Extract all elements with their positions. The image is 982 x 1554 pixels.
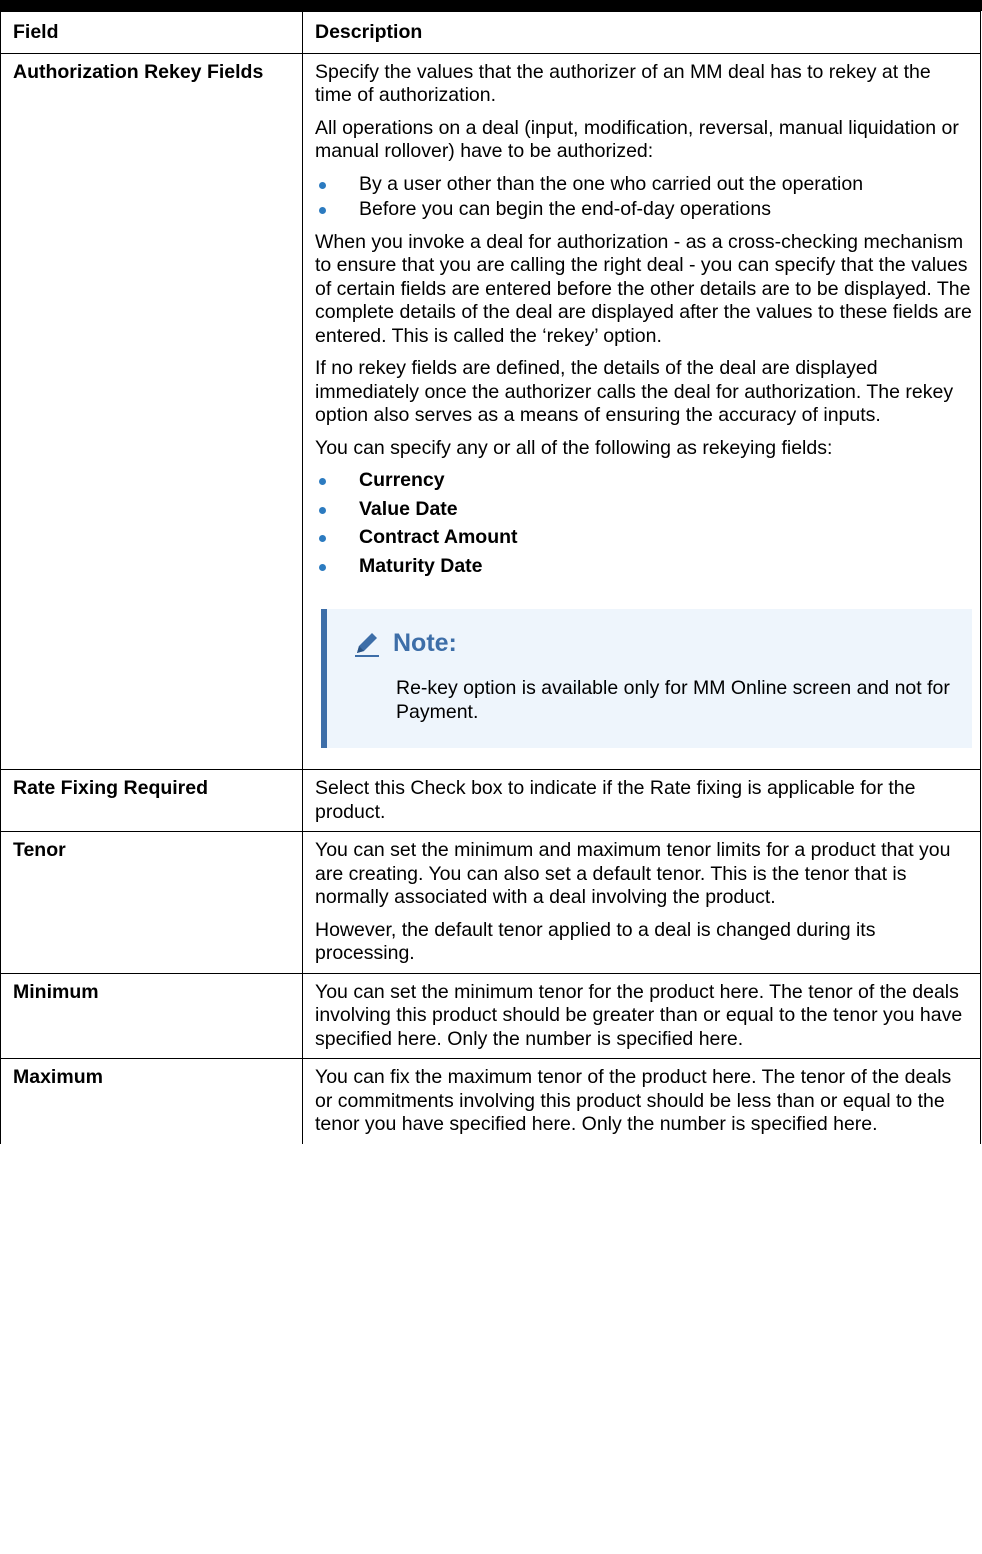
paragraph: However, the default tenor applied to a … xyxy=(315,918,876,965)
paragraph: You can set the minimum tenor for the pr… xyxy=(315,980,963,1050)
note-box: Note: Re-key option is available only fo… xyxy=(321,609,972,748)
table-row: Minimum You can set the minimum tenor fo… xyxy=(0,972,981,1059)
paragraph: Specify the values that the authorizer o… xyxy=(315,60,931,107)
document-page: Field Description Authorization Rekey Fi… xyxy=(0,0,982,1554)
note-text: Re-key option is available only for MM O… xyxy=(396,677,950,723)
list-item: Before you can begin the end-of-day oper… xyxy=(315,198,972,222)
table-row: Authorization Rekey Fields Specify the v… xyxy=(0,52,981,770)
note-title: Note: xyxy=(393,629,457,658)
list-item-text: Contract Amount xyxy=(359,526,518,548)
rekey-fields-list: Currency Value Date Contract Amount Matu… xyxy=(315,469,972,578)
field-name: Authorization Rekey Fields xyxy=(0,52,303,770)
bullet-dot xyxy=(319,506,326,514)
table-row: Rate Fixing Required Select this Check b… xyxy=(0,769,981,832)
bullet-dot xyxy=(319,563,326,571)
list-item: Currency xyxy=(315,469,972,493)
paragraph: You can set the minimum and maximum teno… xyxy=(315,839,951,908)
list-item-text: Value Date xyxy=(359,497,458,520)
list-item: Maturity Date xyxy=(315,555,972,579)
list-item: Contract Amount xyxy=(315,526,972,550)
paragraph: When you invoke a deal for authorization… xyxy=(315,230,972,347)
paragraph: All operations on a deal (input, modific… xyxy=(315,116,959,163)
list-item-text: Currency xyxy=(359,469,445,491)
bullet-dot xyxy=(319,478,326,485)
note-header: Note: xyxy=(351,629,952,659)
field-description: You can set the minimum tenor for the pr… xyxy=(302,972,981,1059)
field-description: Specify the values that the authorizer o… xyxy=(302,52,981,770)
field-description-table: Field Description Authorization Rekey Fi… xyxy=(0,11,981,1144)
table-header-row: Field Description xyxy=(0,11,981,54)
table-row: Maximum You can fix the maximum tenor of… xyxy=(0,1058,981,1144)
paragraph: You can specify any or all of the follow… xyxy=(315,436,833,459)
field-name: Minimum xyxy=(0,972,303,1059)
header-description: Description xyxy=(302,11,981,54)
field-description: You can fix the maximum tenor of the pro… xyxy=(302,1058,981,1144)
top-rule xyxy=(0,0,982,11)
list-item: By a user other than the one who carried… xyxy=(315,173,972,197)
field-description: You can set the minimum and maximum teno… xyxy=(302,831,981,974)
pencil-icon xyxy=(355,633,379,657)
field-name: Rate Fixing Required xyxy=(0,769,303,832)
bullet-list: By a user other than the one who carried… xyxy=(315,173,972,222)
list-item-text: Before you can begin the end-of-day oper… xyxy=(359,198,771,220)
list-item-text: Maturity Date xyxy=(359,554,483,577)
bullet-dot xyxy=(319,207,326,214)
bullet-dot xyxy=(319,535,326,542)
field-name: Maximum xyxy=(0,1058,303,1144)
paragraph: You can fix the maximum tenor of the pro… xyxy=(315,1066,952,1135)
paragraph: Select this Check box to indicate if the… xyxy=(315,777,916,823)
table-row: Tenor You can set the minimum and maximu… xyxy=(0,831,981,974)
bullet-dot xyxy=(319,181,326,189)
field-description: Select this Check box to indicate if the… xyxy=(302,769,981,832)
list-item: Value Date xyxy=(315,498,972,522)
field-name: Tenor xyxy=(0,831,303,974)
list-item-text: By a user other than the one who carried… xyxy=(359,172,864,195)
paragraph: If no rekey fields are defined, the deta… xyxy=(315,357,954,426)
header-field: Field xyxy=(0,11,303,54)
